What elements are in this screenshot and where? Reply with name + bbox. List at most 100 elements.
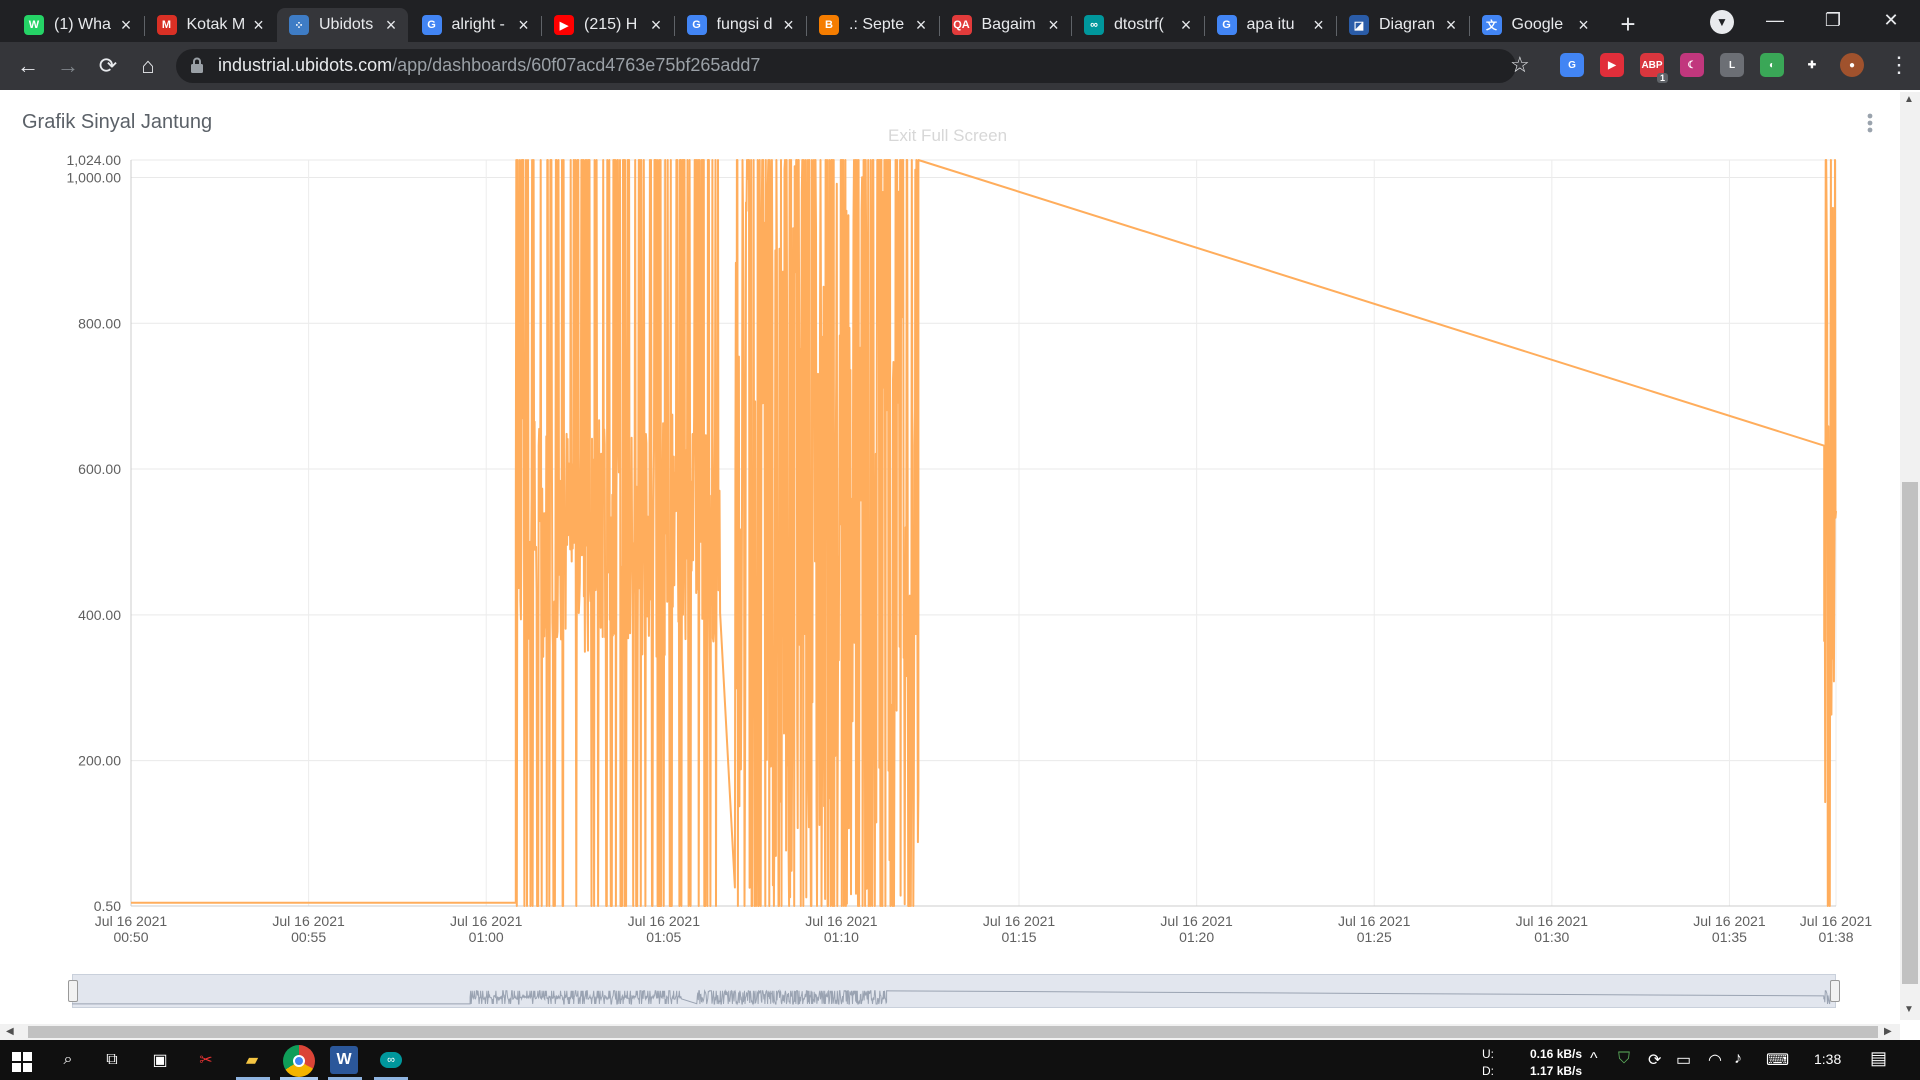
vertical-scroll-thumb[interactable] — [1902, 482, 1918, 984]
security-shield-icon[interactable]: ⛉ — [1618, 1050, 1630, 1068]
tab[interactable]: Gfungsi d × — [675, 8, 806, 42]
lock-icon — [191, 57, 203, 73]
colorful-ext-icon[interactable]: ◐ — [1760, 53, 1784, 77]
snipping-tool-icon[interactable]: ✂ — [192, 1046, 220, 1074]
tab-close-icon[interactable]: × — [513, 15, 535, 36]
windows-start-icon[interactable] — [12, 1052, 32, 1072]
wifi-icon[interactable]: ◠ — [1708, 1050, 1722, 1070]
widget-menu-icon[interactable] — [1866, 112, 1874, 134]
volume-icon[interactable]: ♪ — [1734, 1050, 1742, 1068]
tab[interactable]: ⁘ Ubidots × — [277, 8, 408, 42]
chrome-menu-icon[interactable]: ⋮ — [1888, 52, 1910, 78]
close-window-icon[interactable]: ✕ — [1868, 0, 1914, 40]
tab[interactable]: Gapa itu × — [1205, 8, 1336, 42]
notification-icon[interactable]: ▤ — [1870, 1048, 1887, 1069]
tab-close-icon[interactable]: × — [645, 15, 667, 36]
arduino-app-icon[interactable]: ∞ — [380, 1052, 402, 1068]
upload-label: U: — [1482, 1047, 1494, 1061]
tab-title: Diagran — [1379, 16, 1436, 33]
chrome-taskbar-icon[interactable] — [283, 1045, 315, 1077]
scroll-right-arrow-icon[interactable]: ▶ — [1884, 1026, 1892, 1037]
tab-separator — [938, 16, 940, 36]
photos-app-icon[interactable]: ▣ — [146, 1046, 174, 1074]
profile-avatar[interactable]: ● — [1840, 53, 1864, 77]
x-tick-date: Jul 16 2021 — [1800, 913, 1873, 929]
y-tick-label: 400.00 — [78, 607, 121, 623]
tab-close-icon[interactable]: × — [1440, 15, 1462, 36]
tab-close-icon[interactable]: × — [380, 15, 402, 36]
tab[interactable]: ▶ (215) H × — [542, 8, 673, 42]
diagram-icon: ◪ — [1349, 15, 1369, 35]
tab-title: fungsi d — [716, 16, 773, 33]
x-tick-time: 01:05 — [646, 929, 681, 945]
forward-arrow-icon[interactable]: → — [52, 50, 84, 82]
tab-title: (215) H — [584, 16, 638, 33]
tab-close-icon[interactable]: × — [1308, 15, 1330, 36]
keyboard-icon[interactable]: ⌨ — [1766, 1050, 1789, 1070]
battery-icon[interactable]: ▭ — [1676, 1050, 1691, 1070]
dark-mode-ext-icon[interactable]: ☾ — [1680, 53, 1704, 77]
tab[interactable]: 文 Google × — [1470, 8, 1601, 42]
tab-title: (1) Wha — [54, 16, 111, 33]
extension-badge: 1 — [1656, 73, 1668, 83]
tab[interactable]: M Kotak M × — [145, 8, 276, 42]
navigator-series-line — [72, 988, 1836, 1006]
navigator-left-handle[interactable] — [68, 980, 78, 1002]
x-tick-date: Jul 16 2021 — [983, 913, 1056, 929]
exit-fullscreen-label[interactable]: Exit Full Screen — [888, 126, 1007, 146]
scroll-down-arrow-icon[interactable]: ▼ — [1904, 1004, 1914, 1015]
tab-close-icon[interactable]: × — [778, 15, 800, 36]
bookmark-star-icon[interactable]: ☆ — [1510, 52, 1530, 78]
scroll-up-arrow-icon[interactable]: ▲ — [1904, 94, 1914, 105]
chevron-up-icon[interactable]: ^ — [1590, 1050, 1598, 1068]
y-tick-label: 600.00 — [78, 461, 121, 477]
file-explorer-icon[interactable]: ▰ — [238, 1046, 266, 1074]
reload-icon[interactable]: ⟳ — [92, 50, 124, 82]
line-ext-icon[interactable]: L — [1720, 53, 1744, 77]
x-tick-time: 01:15 — [1001, 929, 1036, 945]
tab-close-icon[interactable]: × — [248, 15, 270, 36]
task-view-icon[interactable]: ⧉ — [98, 1046, 126, 1074]
y-tick-label: 200.00 — [78, 753, 121, 769]
minimize-icon[interactable]: — — [1752, 0, 1798, 40]
search-icon[interactable]: ⌕ — [54, 1046, 82, 1074]
clock-time[interactable]: 1:38 — [1814, 1051, 1841, 1067]
tab-close-icon[interactable]: × — [1043, 15, 1065, 36]
back-arrow-icon[interactable]: ← — [12, 50, 44, 82]
url-text[interactable]: industrial.ubidots.com/app/dashboards/60… — [218, 55, 760, 76]
x-tick-time: 01:00 — [469, 929, 504, 945]
tab-close-icon[interactable]: × — [910, 15, 932, 36]
google-translate-ext-icon[interactable]: G — [1560, 53, 1584, 77]
tab[interactable]: B .: Septe × — [807, 8, 938, 42]
whatsapp-icon: W — [24, 15, 44, 35]
new-tab-button[interactable]: + — [1612, 8, 1644, 40]
tab[interactable]: ∞ dtostrf( × — [1072, 8, 1203, 42]
x-tick-date: Jul 16 2021 — [805, 913, 878, 929]
tab[interactable]: ◪ Diagran × — [1337, 8, 1468, 42]
navigator-right-handle[interactable] — [1830, 980, 1840, 1002]
sync-icon[interactable]: ⟳ — [1648, 1050, 1661, 1070]
readme-ext-icon[interactable]: ▶ — [1600, 53, 1624, 77]
line-chart[interactable]: 1,024.001,000.00 800.00 600.00 400.00 200.00… — [0, 150, 1900, 950]
tab[interactable]: W (1) Wha × — [12, 8, 143, 42]
tab-title: Ubidots — [319, 16, 374, 33]
x-tick-time: 01:10 — [824, 929, 859, 945]
tab-search-icon[interactable]: ▼ — [1710, 10, 1734, 34]
gmail-icon: M — [156, 15, 177, 35]
adblock-ext-icon[interactable]: ABP 1 — [1640, 53, 1668, 83]
tab-title: dtostrf( — [1114, 16, 1164, 33]
restore-icon[interactable]: ❐ — [1810, 0, 1856, 40]
puzzle-ext-icon[interactable]: ✚ — [1800, 53, 1824, 77]
tab-close-icon[interactable]: × — [115, 15, 137, 36]
tab[interactable]: Galright - × — [410, 8, 541, 42]
tab[interactable]: QA Bagaim × — [940, 8, 1071, 42]
x-tick-date: Jul 16 2021 — [1693, 913, 1766, 929]
word-app-icon[interactable]: W — [330, 1046, 358, 1074]
horizontal-scroll-thumb[interactable] — [28, 1026, 1878, 1038]
scroll-left-arrow-icon[interactable]: ◀ — [6, 1026, 14, 1037]
arduino-icon: ∞ — [1084, 15, 1104, 35]
tab-close-icon[interactable]: × — [1573, 15, 1595, 36]
tab-close-icon[interactable]: × — [1175, 15, 1197, 36]
tab-separator — [673, 16, 675, 36]
home-icon[interactable]: ⌂ — [132, 50, 164, 82]
